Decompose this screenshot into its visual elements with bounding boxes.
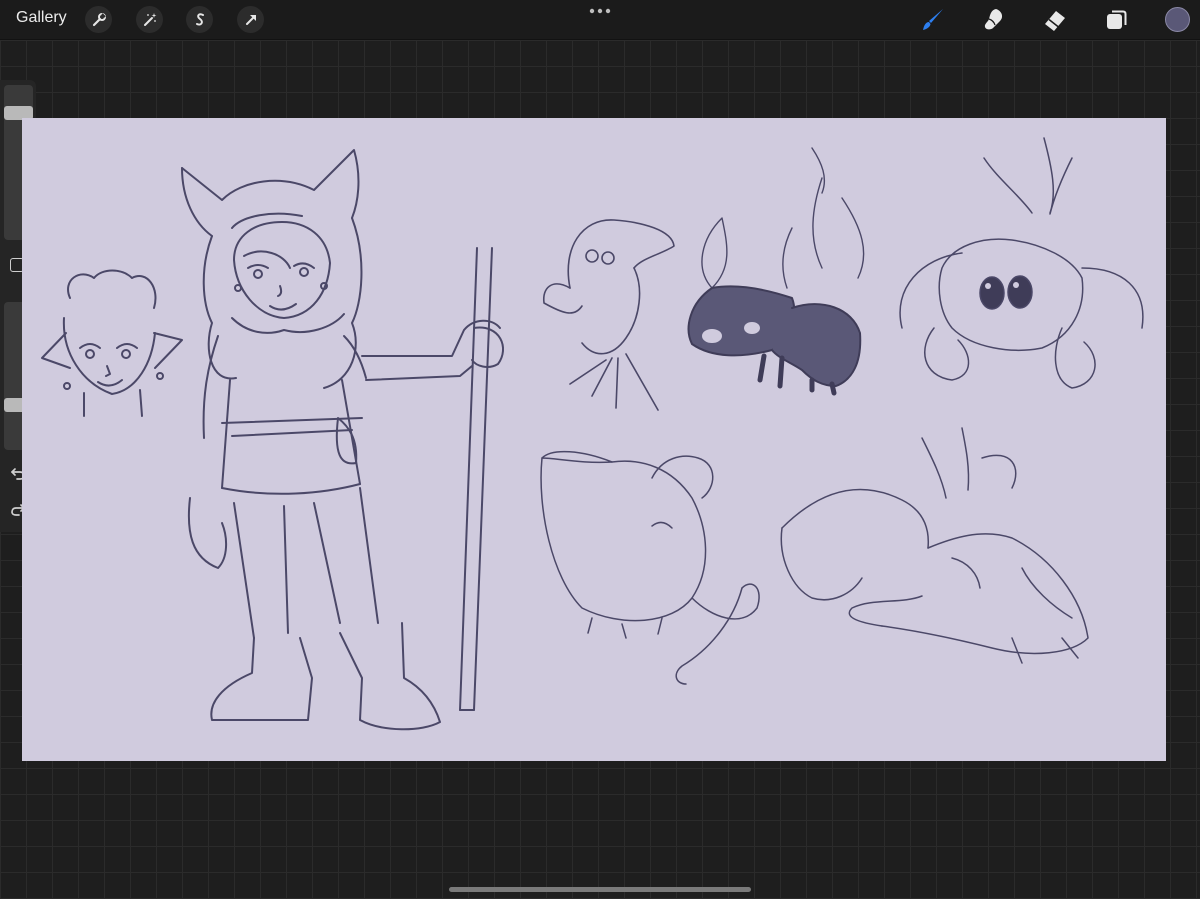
elf-head-sketch	[41, 269, 183, 417]
smudge-icon[interactable]	[980, 6, 1008, 34]
more-options-icon[interactable]	[589, 8, 611, 14]
crab-creature-sketch	[899, 137, 1144, 389]
top-toolbar: Gallery	[0, 0, 1200, 40]
sketch-artwork	[41, 137, 1144, 731]
magic-wand-icon[interactable]	[136, 6, 163, 33]
layers-icon[interactable]	[1103, 6, 1131, 34]
drawing-canvas[interactable]	[22, 118, 1166, 761]
transform-arrow-icon[interactable]	[237, 6, 264, 33]
selection-s-icon[interactable]	[186, 6, 213, 33]
brush-icon[interactable]	[919, 6, 947, 34]
frog-creature-sketch	[543, 219, 675, 411]
hooded-character-sketch	[181, 149, 504, 731]
color-picker-swatch[interactable]	[1165, 7, 1190, 32]
wrench-icon[interactable]	[85, 6, 112, 33]
gallery-button[interactable]: Gallery	[16, 9, 67, 27]
flame-cat-sketch	[687, 147, 865, 396]
staff-sketch	[459, 247, 493, 711]
home-indicator[interactable]	[449, 887, 751, 892]
fox-creature-sketch	[780, 427, 1089, 664]
rat-creature-sketch	[540, 450, 760, 685]
eraser-icon[interactable]	[1041, 6, 1069, 34]
